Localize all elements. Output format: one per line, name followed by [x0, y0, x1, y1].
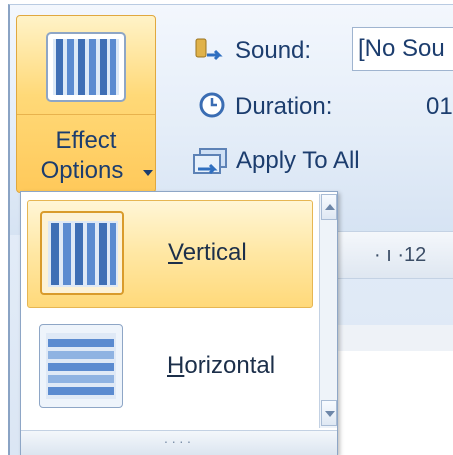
effect-options-label-line1: Effect — [55, 127, 117, 154]
duration-input[interactable]: 01 — [426, 93, 453, 121]
effect-options-gallery: Vertical Horizontal ···· — [20, 191, 338, 455]
chevron-down-icon — [325, 411, 335, 417]
resize-grip[interactable]: ···· — [21, 430, 337, 455]
effect-options-button[interactable]: Effect Options — [16, 15, 156, 193]
horizontal-bars-icon — [46, 333, 116, 399]
chevron-down-icon — [143, 170, 153, 176]
effect-options-label-line2: Options — [40, 157, 124, 184]
sound-icon — [195, 38, 223, 61]
apply-to-all-label: Apply To All — [236, 147, 360, 174]
gallery-scrollbar[interactable] — [319, 194, 337, 428]
ribbon-window: Effect Options Sound: [No Sou Duration: … — [8, 4, 453, 455]
split-divider — [17, 114, 155, 115]
gallery-item-label: Horizontal — [167, 352, 276, 379]
gallery-item-horizontal[interactable]: Horizontal — [27, 314, 313, 422]
vertical-bars-icon — [48, 221, 118, 287]
scroll-down-button[interactable] — [321, 400, 337, 426]
gallery-item-label: Vertical — [168, 239, 247, 266]
chevron-up-icon — [325, 204, 335, 210]
clock-icon — [199, 92, 225, 118]
thumbnail — [39, 324, 123, 408]
vertical-bars-icon — [46, 32, 126, 102]
scroll-up-button[interactable] — [321, 194, 337, 220]
sound-label: Sound: — [235, 37, 312, 64]
thumbnail — [40, 211, 124, 295]
gallery-item-vertical[interactable]: Vertical — [27, 200, 313, 308]
duration-label: Duration: — [235, 93, 333, 120]
apply-to-all-icon — [193, 148, 227, 175]
sound-dropdown[interactable]: [No Sou — [352, 27, 453, 71]
